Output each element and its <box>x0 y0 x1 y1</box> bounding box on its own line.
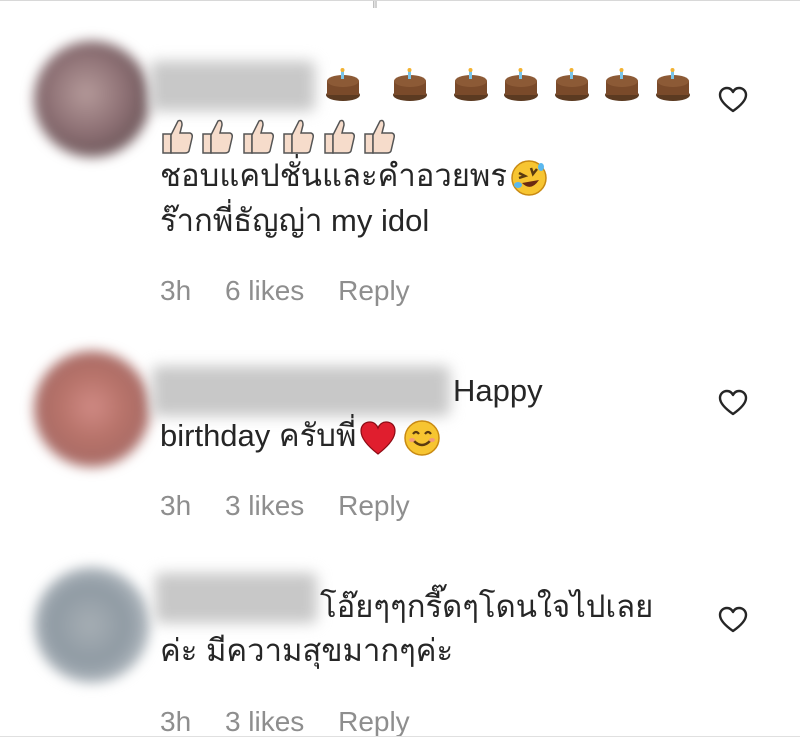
reply-button[interactable]: Reply <box>338 706 410 737</box>
avatar[interactable] <box>34 567 150 683</box>
username-blurred[interactable] <box>150 61 315 111</box>
comment-text-line: birthday ครับพี่ <box>160 416 442 458</box>
comment-text: โอ๊ยๆๆกรี๊ดๆโดนใจไปเลย <box>320 589 654 624</box>
comments-panel: ‖ ชอบแคปชั่นและคำอวยพร ร๊ากพี่ธัญญ่า my … <box>0 0 800 748</box>
birthday-cake-icon <box>392 68 427 101</box>
smiling-face-icon <box>404 420 441 456</box>
comment-text: ค่ะ มีความสุขมากๆค่ะ <box>160 633 454 668</box>
timestamp[interactable]: 3h <box>160 275 191 306</box>
thumbs-up-icon <box>162 119 193 154</box>
likes-count[interactable]: 3 likes <box>225 706 304 737</box>
comment-text: Happy <box>453 373 543 408</box>
comment-text: ร๊ากพี่ธัญญ่า my idol <box>160 203 430 238</box>
avatar[interactable] <box>34 351 150 467</box>
likes-count[interactable]: 3 likes <box>225 490 304 521</box>
username-blurred[interactable] <box>155 573 317 623</box>
birthday-cake-icon <box>554 68 589 101</box>
birthday-cake-icon <box>326 68 360 101</box>
timestamp[interactable]: 3h <box>160 490 191 521</box>
comment-meta: 3h 3 likes Reply <box>160 489 436 523</box>
likes-count[interactable]: 6 likes <box>225 275 304 306</box>
rolling-laughing-icon <box>511 160 547 196</box>
avatar[interactable] <box>34 41 150 157</box>
comment-text-line: ชอบแคปชั่นและคำอวยพร <box>160 156 549 198</box>
reply-button[interactable]: Reply <box>338 275 410 306</box>
emoji-row-cakes <box>324 67 700 103</box>
birthday-cake-icon <box>605 68 640 101</box>
comment-meta: 3h 3 likes Reply <box>160 705 436 739</box>
like-heart-icon[interactable] <box>718 605 748 635</box>
thumbs-up-icon <box>324 119 355 154</box>
like-heart-icon[interactable] <box>718 85 748 115</box>
previous-comment-stub: ‖ <box>372 0 378 11</box>
bottom-divider <box>0 736 800 748</box>
red-heart-icon <box>360 421 397 455</box>
birthday-cake-icon <box>655 68 690 101</box>
comment-text: birthday ครับพี่ <box>160 418 357 453</box>
birthday-cake-icon <box>504 68 539 101</box>
birthday-cake-icon <box>453 68 488 101</box>
emoji-row-thumbs <box>160 117 398 155</box>
thumbs-up-icon <box>202 119 234 154</box>
like-heart-icon[interactable] <box>718 388 748 418</box>
thumbs-up-icon <box>283 119 315 154</box>
username-blurred[interactable] <box>152 366 450 416</box>
thumbs-up-icon <box>243 119 274 154</box>
comment-meta: 3h 6 likes Reply <box>160 274 436 308</box>
timestamp[interactable]: 3h <box>160 706 191 737</box>
comment-text: ชอบแคปชั่นและคำอวยพร <box>160 158 508 193</box>
reply-button[interactable]: Reply <box>338 490 410 521</box>
thumbs-up-icon <box>364 119 396 154</box>
